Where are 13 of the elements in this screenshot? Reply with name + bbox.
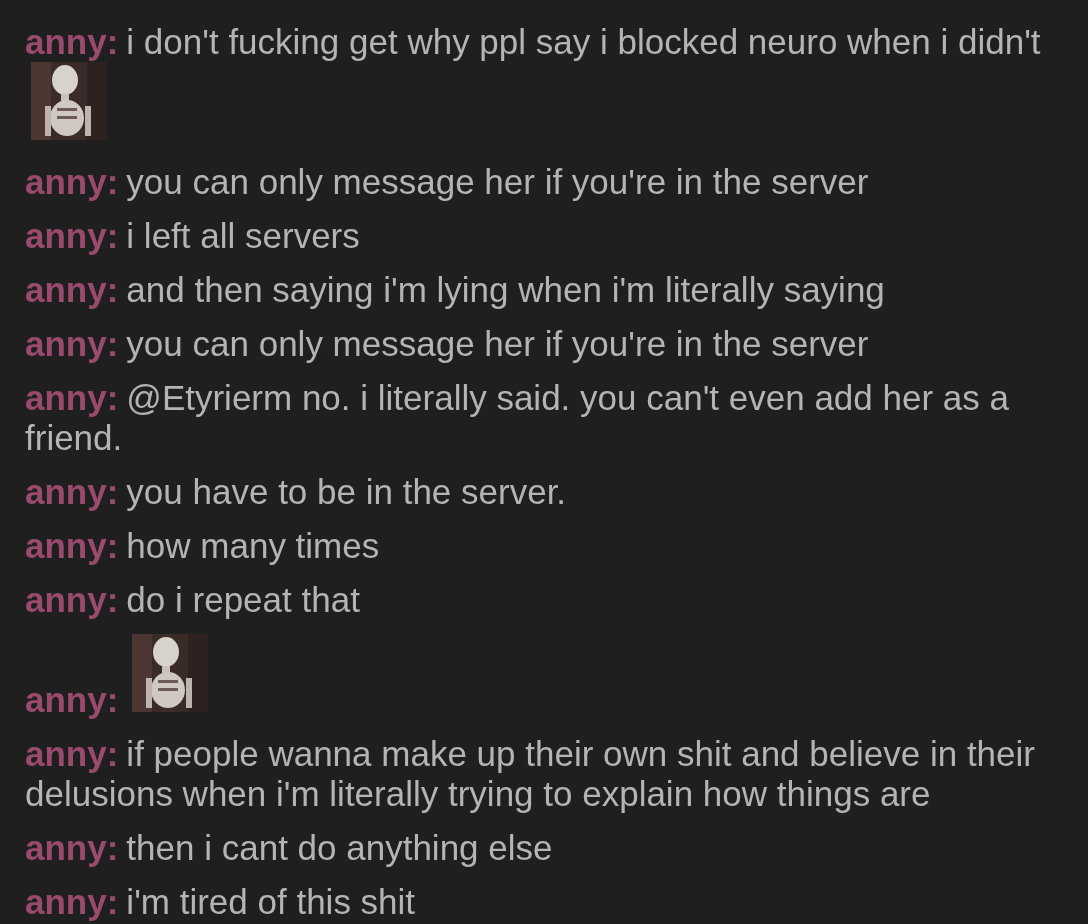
chat-message: anny: you can only message her if you're in the server xyxy=(25,162,869,201)
chat-message: anny: i don't fucking get why ppl say i blocked neuro when i didn't xyxy=(25,22,1041,61)
chat-message: anny: and then saying i'm lying when i'm literally saying xyxy=(25,270,885,309)
chat-message: anny: you have to be in the server. xyxy=(25,472,567,511)
chat-message: anny: if people wanna make up their own shit and believe in their delusions when i'm literally trying to explain how things are xyxy=(25,734,1035,813)
chat-message: anny: @Etyrierm no. i literally said. you can't even add her as a friend. xyxy=(25,378,1009,457)
chat-message: anny: do i repeat that xyxy=(25,580,360,619)
chat-message: anny: then i cant do anything else xyxy=(25,828,553,867)
chat-message: anny: how many times xyxy=(25,526,380,565)
chat-message: anny: i'm tired of this shit xyxy=(25,882,416,921)
chat-message: anny: you can only message her if you're in the server xyxy=(25,324,869,363)
chat-message: anny: i left all servers xyxy=(25,216,360,255)
username: anny: xyxy=(25,680,119,719)
